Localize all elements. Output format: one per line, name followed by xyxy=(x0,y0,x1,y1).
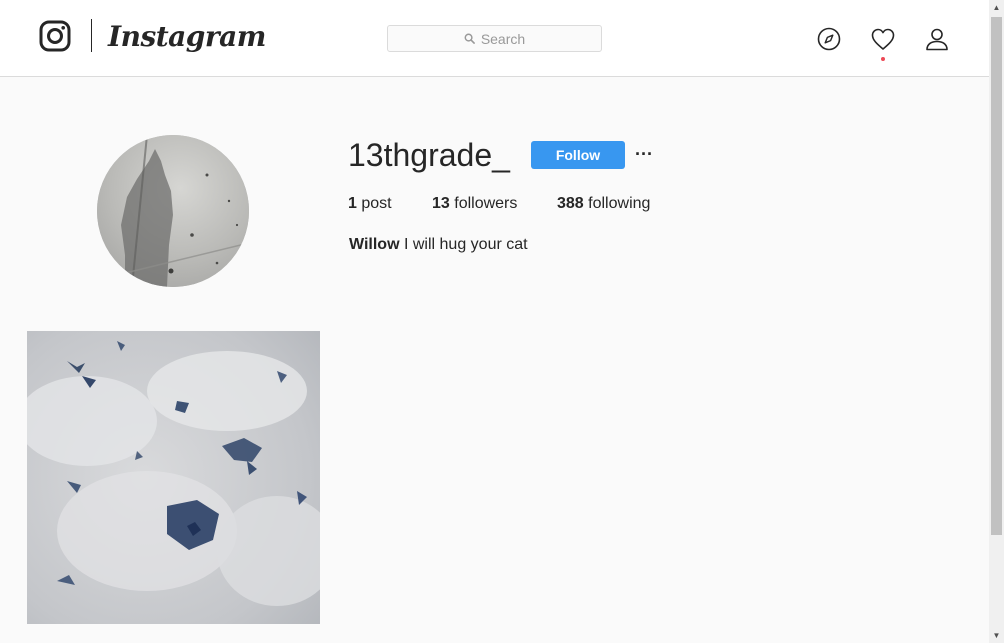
avatar-photo xyxy=(97,135,249,287)
scroll-thumb[interactable] xyxy=(991,17,1002,535)
bio-full-name: Willow xyxy=(349,236,400,253)
followers-label: followers xyxy=(454,195,518,212)
notification-dot xyxy=(881,57,885,61)
followers-link[interactable]: 13 followers xyxy=(432,194,517,214)
avatar[interactable] xyxy=(97,135,249,287)
profile-username: 13thgrade_ xyxy=(348,137,510,173)
posts-label: post xyxy=(361,195,392,212)
posts-count: 1 xyxy=(348,195,357,212)
scroll-down-arrow-icon[interactable]: ▼ xyxy=(989,628,1004,643)
more-options-button[interactable]: ··· xyxy=(634,144,654,164)
compass-icon[interactable] xyxy=(814,24,844,54)
search-placeholder: Search xyxy=(480,30,526,47)
followers-count: 13 xyxy=(432,195,450,212)
heart-icon[interactable] xyxy=(868,24,898,54)
top-navigation: Instagram Search xyxy=(0,0,989,77)
instagram-wordmark[interactable]: Instagram xyxy=(108,17,266,57)
following-count: 388 xyxy=(557,195,584,212)
following-label: following xyxy=(588,195,651,212)
scroll-up-arrow-icon[interactable]: ▲ xyxy=(989,0,1004,15)
post-thumbnail[interactable] xyxy=(27,331,320,624)
user-icon[interactable] xyxy=(922,24,952,54)
page-scrollbar[interactable]: ▲ ▼ xyxy=(989,0,1004,643)
search-input[interactable]: Search xyxy=(387,25,602,52)
instagram-glyph-icon[interactable] xyxy=(39,20,71,52)
following-link[interactable]: 388 following xyxy=(557,194,650,214)
bio-text: I will hug your cat xyxy=(403,236,528,253)
logo-divider xyxy=(91,19,92,52)
profile-page: Instagram Search 13thgrade_ Follow ··· 1… xyxy=(0,0,989,643)
clouds-photo xyxy=(27,331,320,624)
follow-button[interactable]: Follow xyxy=(531,141,625,169)
search-icon xyxy=(464,33,475,44)
profile-bio: Willow I will hug your cat xyxy=(349,235,528,255)
posts-count-stat: 1 post xyxy=(348,194,392,214)
